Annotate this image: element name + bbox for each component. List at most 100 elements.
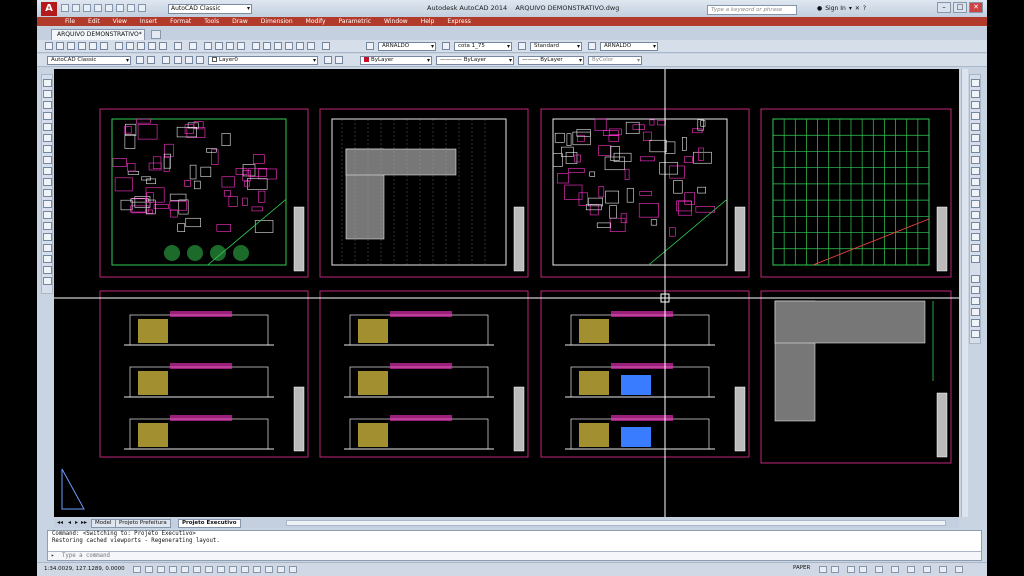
tab-projeto-prefeitura[interactable]: Projeto Prefeitura: [115, 519, 171, 528]
help-icon[interactable]: ?: [863, 5, 866, 12]
polar-tracking-icon[interactable]: [181, 566, 189, 573]
rotate-icon[interactable]: [971, 145, 980, 153]
chamfer-icon[interactable]: [971, 222, 980, 230]
gradient-icon[interactable]: [43, 244, 52, 252]
lightbulb-icon[interactable]: [174, 56, 182, 64]
paper-space-toggle[interactable]: PAPER: [793, 565, 810, 571]
make-block-icon[interactable]: [43, 211, 52, 219]
copy-object-icon[interactable]: [971, 90, 980, 98]
point-icon[interactable]: [43, 222, 52, 230]
region-icon[interactable]: [43, 255, 52, 263]
new-icon[interactable]: [61, 4, 69, 12]
properties-icon[interactable]: [252, 42, 260, 50]
make-current-icon[interactable]: [324, 56, 332, 64]
save-icon[interactable]: [67, 42, 75, 50]
new-tab-button[interactable]: [151, 30, 161, 39]
undo-icon[interactable]: [116, 4, 124, 12]
layer-select[interactable]: Layer0: [208, 56, 318, 65]
menu-tools[interactable]: Tools: [204, 17, 219, 26]
publish-icon[interactable]: [100, 42, 108, 50]
layer-previous-icon[interactable]: [335, 56, 343, 64]
vertical-scrollbar[interactable]: [961, 69, 968, 517]
undo-icon[interactable]: [174, 42, 182, 50]
menu-window[interactable]: Window: [384, 17, 408, 26]
hardware-acceleration-icon[interactable]: [923, 566, 931, 573]
offset-icon[interactable]: [971, 112, 980, 120]
menu-format[interactable]: Format: [170, 17, 191, 26]
markup-icon[interactable]: [296, 42, 304, 50]
line-icon[interactable]: [43, 79, 52, 87]
rectangle-icon[interactable]: [43, 123, 52, 131]
ortho-mode-icon[interactable]: [169, 566, 177, 573]
minimize-button[interactable]: –: [937, 2, 951, 13]
coordinates-readout[interactable]: 1:34.0029, 127.1289, 0.0000: [44, 566, 125, 572]
plot-icon[interactable]: [105, 4, 113, 12]
menu-modify[interactable]: Modify: [306, 17, 326, 26]
dynamic-ucs-icon[interactable]: [229, 566, 237, 573]
text-style-select[interactable]: ARNALDO: [378, 42, 436, 51]
lock-ui-icon[interactable]: [907, 566, 915, 573]
workspace-switching-icon[interactable]: [891, 566, 899, 573]
polygon-icon[interactable]: [43, 112, 52, 120]
zoom-previous-icon[interactable]: [237, 42, 245, 50]
plotstyle-select[interactable]: ByColor: [588, 56, 642, 65]
autocad-logo-icon[interactable]: A: [41, 2, 57, 16]
open-icon[interactable]: [72, 4, 80, 12]
menu-parametric[interactable]: Parametric: [339, 17, 372, 26]
ellipse-icon[interactable]: [43, 178, 52, 186]
bring-above-icon[interactable]: [971, 308, 980, 316]
save-icon[interactable]: [83, 4, 91, 12]
match-properties-icon[interactable]: [148, 42, 156, 50]
send-to-back-icon[interactable]: [971, 297, 980, 305]
sign-in[interactable]: ● Sign In ▾ ✕ ?: [817, 5, 866, 12]
quick-properties-icon[interactable]: [277, 566, 285, 573]
paper-space-layout[interactable]: [54, 69, 959, 517]
save-as-icon[interactable]: [94, 4, 102, 12]
object-snap-icon[interactable]: [193, 566, 201, 573]
join-icon[interactable]: [971, 211, 980, 219]
snap-mode-icon[interactable]: [145, 566, 153, 573]
revision-cloud-icon[interactable]: [43, 156, 52, 164]
block-editor-icon[interactable]: [159, 42, 167, 50]
menu-draw[interactable]: Draw: [232, 17, 248, 26]
redo-icon[interactable]: [189, 42, 197, 50]
layer-state-icon[interactable]: [162, 56, 170, 64]
menu-insert[interactable]: Insert: [140, 17, 157, 26]
layer-properties-icon[interactable]: [147, 56, 155, 64]
workspace-settings-icon[interactable]: [136, 56, 144, 64]
copy-icon[interactable]: [126, 42, 134, 50]
explode-icon[interactable]: [971, 255, 980, 263]
zoom-realtime-icon[interactable]: [215, 42, 223, 50]
search-input[interactable]: Type a keyword or phrase: [707, 5, 797, 15]
cut-icon[interactable]: [115, 42, 123, 50]
mleader-style-icon[interactable]: [588, 42, 596, 50]
menu-dimension[interactable]: Dimension: [261, 17, 293, 26]
close-button[interactable]: ✕: [969, 2, 983, 13]
paste-icon[interactable]: [137, 42, 145, 50]
sun-icon[interactable]: [185, 56, 193, 64]
lock-icon[interactable]: [196, 56, 204, 64]
table-icon[interactable]: [43, 266, 52, 274]
horizontal-scrollbar[interactable]: [286, 520, 946, 526]
extend-icon[interactable]: [971, 189, 980, 197]
transparency-toggle-icon[interactable]: [265, 566, 273, 573]
workspace-select[interactable]: AutoCAD Classic: [47, 56, 131, 65]
pan-status-icon[interactable]: [847, 566, 855, 573]
selection-cycling-icon[interactable]: [289, 566, 297, 573]
mirror-icon[interactable]: [971, 101, 980, 109]
isolate-objects-icon[interactable]: [939, 566, 947, 573]
fillet-icon[interactable]: [971, 233, 980, 241]
break-icon[interactable]: [971, 200, 980, 208]
help-icon[interactable]: [322, 42, 330, 50]
array-icon[interactable]: [971, 123, 980, 131]
menu-edit[interactable]: Edit: [88, 17, 100, 26]
quick-view-layouts-icon[interactable]: [819, 566, 827, 573]
linetype-select[interactable]: ———— ByLayer: [436, 56, 514, 65]
construction-line-icon[interactable]: [43, 90, 52, 98]
clean-screen-icon[interactable]: [955, 566, 963, 573]
infer-constraints-icon[interactable]: [133, 566, 141, 573]
text-style-icon[interactable]: [366, 42, 374, 50]
open-icon[interactable]: [56, 42, 64, 50]
zoom-window-icon[interactable]: [226, 42, 234, 50]
insert-block-icon[interactable]: [43, 200, 52, 208]
